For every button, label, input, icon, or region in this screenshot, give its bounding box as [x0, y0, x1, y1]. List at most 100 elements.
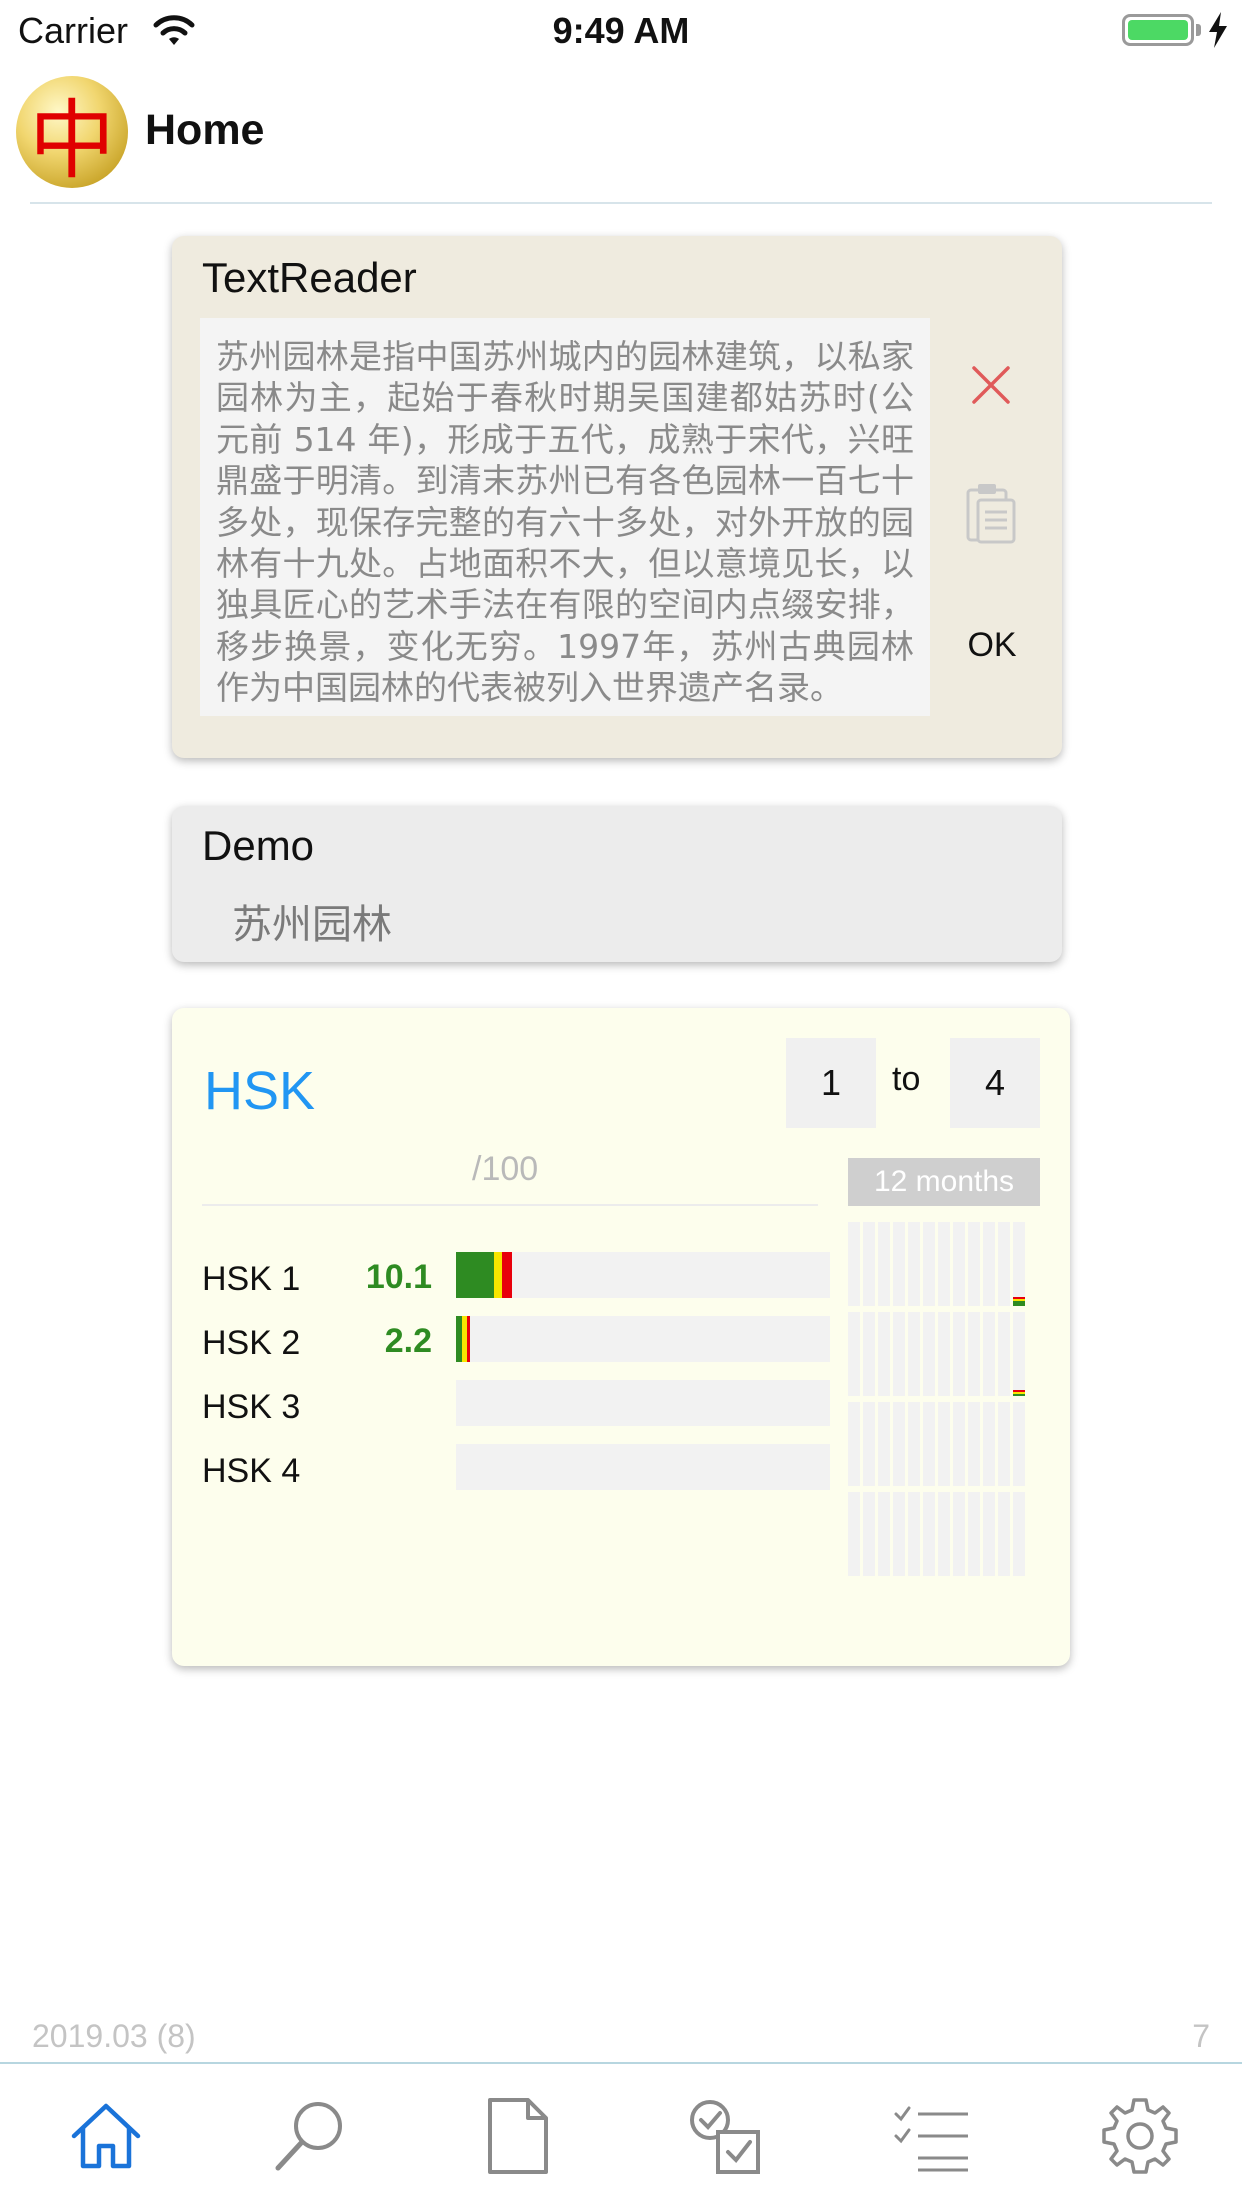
- hsk-progress-bar: [456, 1444, 830, 1490]
- text-reader-card: TextReader 苏州园林是指中国苏州城内的园林建筑，以私家园林为主，起始于…: [172, 236, 1062, 758]
- level-to-field[interactable]: 4: [950, 1038, 1040, 1128]
- month-column: [998, 1312, 1010, 1396]
- level-from-field[interactable]: 1: [786, 1038, 876, 1128]
- month-column: [998, 1402, 1010, 1486]
- text-reader-input[interactable]: 苏州园林是指中国苏州城内的园林建筑，以私家园林为主，起始于春秋时期吴国建都姑苏时…: [200, 318, 930, 716]
- month-column: [983, 1402, 995, 1486]
- hsk-divider: [202, 1204, 818, 1206]
- month-column: [893, 1492, 905, 1576]
- month-column: [938, 1402, 950, 1486]
- month-column: [938, 1222, 950, 1306]
- tab-settings[interactable]: [1100, 2096, 1180, 2176]
- month-green-mark: [1013, 1300, 1025, 1306]
- gear-icon: [1102, 2098, 1178, 2174]
- month-column: [953, 1222, 965, 1306]
- hsk-row[interactable]: HSK 4: [172, 1442, 832, 1502]
- month-column: [953, 1492, 965, 1576]
- month-column: [1013, 1492, 1025, 1576]
- month-column: [893, 1312, 905, 1396]
- charging-bolt-icon: [1209, 12, 1227, 48]
- tab-lists[interactable]: [892, 2096, 972, 2176]
- clipboard-paste-icon[interactable]: [964, 480, 1020, 546]
- logo-character: 中: [29, 90, 115, 191]
- hsk-progress-bar: [456, 1316, 830, 1362]
- hsk-progress-bar: [456, 1252, 830, 1298]
- demo-title: Demo: [202, 822, 315, 869]
- tab-home[interactable]: [66, 2096, 146, 2176]
- month-column: [893, 1222, 905, 1306]
- app-logo[interactable]: 中: [16, 76, 128, 191]
- month-column: [863, 1312, 875, 1396]
- month-red-mark: [1013, 1390, 1025, 1392]
- month-column: [983, 1492, 995, 1576]
- demo-item[interactable]: 苏州园林: [232, 892, 392, 950]
- month-column: [968, 1222, 980, 1306]
- tab-search[interactable]: [270, 2096, 350, 2176]
- month-column: [1013, 1312, 1025, 1396]
- month-column: [1013, 1402, 1025, 1486]
- hsk-level-label: HSK 3: [202, 1388, 301, 1426]
- progress-new-segment: [467, 1316, 471, 1362]
- clear-icon[interactable]: [966, 360, 1016, 410]
- month-column: [908, 1312, 920, 1396]
- month-column: [848, 1492, 860, 1576]
- month-column: [938, 1312, 950, 1396]
- month-red-mark: [1013, 1296, 1025, 1299]
- progress-learning-segment: [494, 1252, 503, 1298]
- month-column: [908, 1402, 920, 1486]
- tab-bar: [0, 2064, 1242, 2208]
- footer-count: 7: [1192, 2018, 1210, 2054]
- hsk-score: 2.2: [384, 1322, 432, 1360]
- month-column: [923, 1402, 935, 1486]
- hsk-card: HSK 1 to 4 /100 12 months HSK 1 10.1 HSK…: [172, 1008, 1070, 1666]
- month-column: [848, 1312, 860, 1396]
- month-history-grid: [848, 1312, 1040, 1396]
- hsk-progress-bar: [456, 1380, 830, 1426]
- hsk-level-label: HSK 4: [202, 1452, 301, 1490]
- month-column: [908, 1222, 920, 1306]
- header-divider: [30, 202, 1212, 204]
- month-column: [953, 1402, 965, 1486]
- period-badge[interactable]: 12 months: [848, 1158, 1040, 1206]
- month-yellow-mark: [1013, 1392, 1025, 1394]
- demo-card[interactable]: Demo 苏州园林: [172, 806, 1062, 962]
- hsk-level-label: HSK 2: [202, 1324, 301, 1362]
- month-column: [983, 1312, 995, 1396]
- ok-button[interactable]: OK: [942, 626, 1042, 665]
- month-column: [983, 1222, 995, 1306]
- month-column: [998, 1222, 1010, 1306]
- checklist-review-icon: [690, 2100, 760, 2174]
- progress-new-segment: [502, 1252, 512, 1298]
- clock: 9:49 AM: [552, 10, 690, 51]
- hsk-row[interactable]: HSK 3: [172, 1378, 832, 1438]
- level-range-to-label: to: [892, 1060, 921, 1098]
- progress-known-segment: [456, 1252, 495, 1298]
- month-column: [908, 1492, 920, 1576]
- list-icon: [894, 2106, 968, 2172]
- search-icon: [275, 2102, 342, 2171]
- text-reader-title: TextReader: [202, 254, 417, 301]
- hsk-title[interactable]: HSK: [204, 1060, 315, 1122]
- battery-nub: [1196, 24, 1201, 36]
- footer-date: 2019.03 (8): [32, 2018, 196, 2054]
- month-yellow-mark: [1013, 1298, 1025, 1301]
- hsk-level-label: HSK 1: [202, 1260, 301, 1298]
- month-green-mark: [1013, 1394, 1025, 1396]
- hsk-score: 10.1: [365, 1258, 432, 1296]
- battery-icon: [1122, 14, 1194, 46]
- page-title: Home: [145, 106, 265, 154]
- month-column: [893, 1402, 905, 1486]
- hsk-row[interactable]: HSK 2 2.2: [172, 1314, 832, 1374]
- month-column: [1013, 1222, 1025, 1306]
- document-icon: [488, 2098, 548, 2174]
- tab-documents[interactable]: [478, 2096, 558, 2176]
- tab-review[interactable]: [686, 2096, 766, 2176]
- month-column: [863, 1492, 875, 1576]
- month-column: [848, 1222, 860, 1306]
- month-column: [878, 1402, 890, 1486]
- hsk-row[interactable]: HSK 1 10.1: [172, 1250, 832, 1310]
- month-column: [953, 1312, 965, 1396]
- month-column: [968, 1312, 980, 1396]
- month-column: [878, 1222, 890, 1306]
- month-history-grid: [848, 1402, 1040, 1486]
